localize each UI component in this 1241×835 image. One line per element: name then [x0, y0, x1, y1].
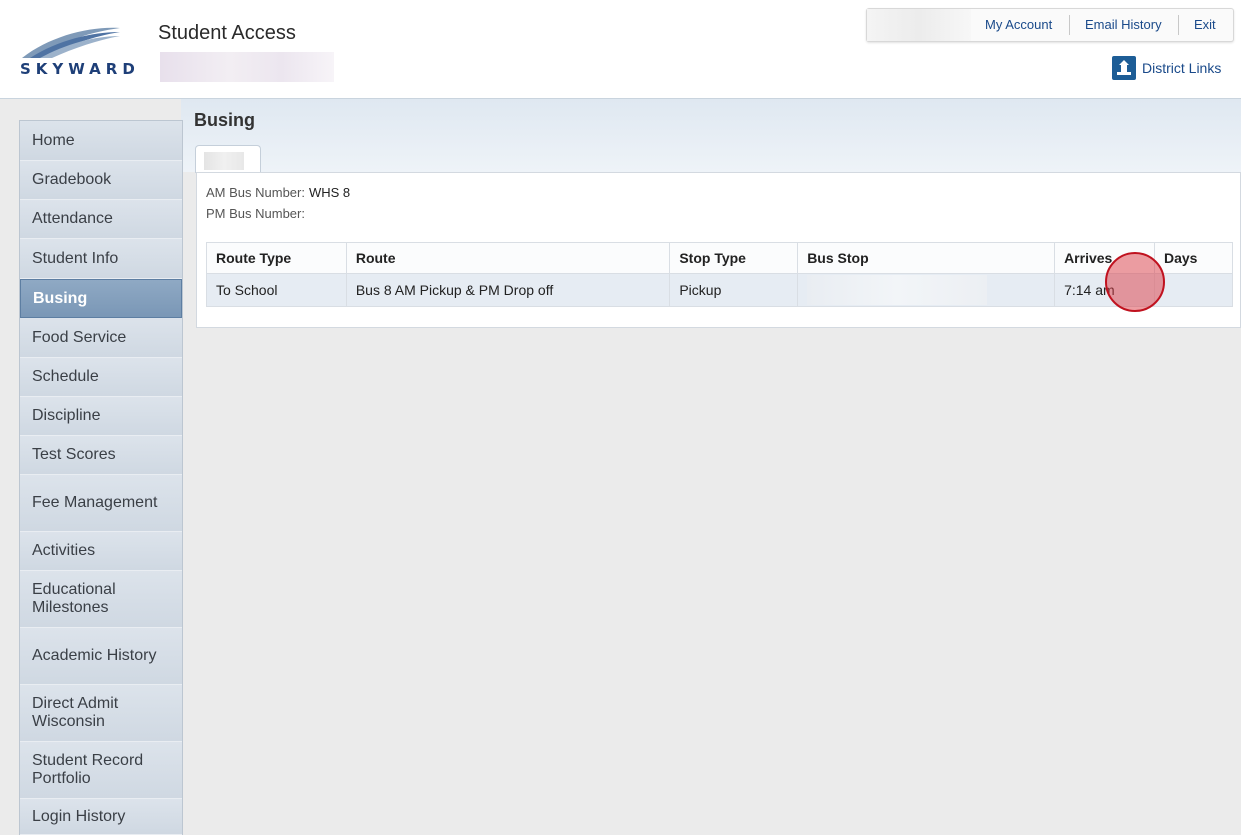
sidebar-item-academic-history[interactable]: Academic History: [20, 628, 182, 685]
sidebar-item-discipline[interactable]: Discipline: [20, 397, 182, 436]
pm-bus-row: PM Bus Number:: [206, 206, 309, 221]
click-indicator: [1105, 252, 1165, 312]
tab-label-redacted: [204, 152, 244, 170]
sidebar-item-label: Test Scores: [32, 446, 116, 463]
column-header-bus-stop[interactable]: Bus Stop: [797, 242, 1056, 274]
student-name-redacted: [160, 52, 334, 82]
am-bus-label: AM Bus Number:: [206, 185, 305, 200]
sidebar-item-label: Academic History: [32, 647, 157, 664]
sidebar-item-gradebook[interactable]: Gradebook: [20, 161, 182, 200]
sidebar-item-login-history[interactable]: Login History: [20, 799, 182, 835]
sidebar-item-direct-admit-wisconsin[interactable]: Direct Admit Wisconsin: [20, 685, 182, 742]
sidebar-item-educational-milestones[interactable]: Educational Milestones: [20, 571, 182, 628]
sidebar-item-label: Fee Management: [32, 494, 158, 511]
content-header: [181, 99, 1241, 172]
column-header-route-type[interactable]: Route Type: [206, 242, 347, 274]
sidebar-item-label: Activities: [32, 542, 96, 559]
am-bus-row: AM Bus Number: WHS 8: [206, 185, 350, 200]
top-links-bar: My Account Email History Exit: [866, 8, 1234, 42]
table-row[interactable]: To School Bus 8 AM Pickup & PM Drop off …: [206, 273, 1233, 307]
sidebar-item-label: Direct Admit Wisconsin: [32, 695, 119, 730]
email-history-link[interactable]: Email History: [1085, 17, 1162, 32]
skyward-logo: SKYWARD: [20, 26, 150, 82]
sidebar-item-home[interactable]: Home: [20, 121, 182, 161]
sidebar-item-label: Student Info: [32, 249, 119, 267]
sidebar-item-label: Gradebook: [32, 171, 112, 188]
cell-route-type: To School: [206, 273, 347, 307]
am-bus-value: WHS 8: [308, 185, 351, 200]
sidebar-nav: Home Gradebook Attendance Student Info B…: [19, 120, 183, 835]
sidebar-item-label: Student Record Portfolio: [32, 752, 144, 787]
sidebar-item-label: Educational Milestones: [32, 581, 116, 616]
sidebar-item-attendance[interactable]: Attendance: [20, 200, 182, 239]
logo-wordmark: SKYWARD: [20, 60, 140, 78]
district-links-label[interactable]: District Links: [1142, 60, 1221, 76]
sidebar-item-activities[interactable]: Activities: [20, 532, 182, 571]
table-header-row: Route Type Route Stop Type Bus Stop Arri…: [206, 242, 1233, 274]
column-header-days[interactable]: Days: [1154, 242, 1233, 274]
building-icon: [1112, 56, 1136, 80]
app-title: Student Access: [158, 22, 296, 44]
column-header-stop-type[interactable]: Stop Type: [669, 242, 799, 274]
sidebar-item-test-scores[interactable]: Test Scores: [20, 436, 182, 475]
sidebar-item-label: Home: [32, 131, 75, 149]
sidebar-item-schedule[interactable]: Schedule: [20, 358, 182, 397]
bus-stop-redacted: [807, 275, 988, 305]
cell-days: [1154, 273, 1233, 307]
exit-link[interactable]: Exit: [1194, 17, 1216, 32]
cell-bus-stop: [797, 273, 1056, 307]
sidebar-item-food-service[interactable]: Food Service: [20, 318, 182, 358]
page-title: Busing: [194, 110, 255, 130]
redacted-area: [867, 9, 971, 41]
cell-route: Bus 8 AM Pickup & PM Drop off: [345, 273, 671, 307]
link-divider: [1178, 15, 1179, 35]
sidebar-item-label: Attendance: [32, 210, 113, 227]
sidebar-item-student-info[interactable]: Student Info: [20, 239, 182, 279]
sidebar-item-label: Discipline: [32, 407, 101, 424]
pm-bus-label: PM Bus Number:: [206, 206, 305, 221]
app-header: SKYWARD Student Access My Account Email …: [0, 0, 1241, 99]
sidebar-item-label: Login History: [32, 807, 126, 825]
sidebar-item-fee-management[interactable]: Fee Management: [20, 475, 182, 532]
sidebar-item-busing[interactable]: Busing: [20, 279, 182, 318]
student-tab[interactable]: [195, 145, 261, 173]
sidebar-item-label: Busing: [33, 289, 88, 307]
my-account-link[interactable]: My Account: [985, 17, 1052, 32]
cell-stop-type: Pickup: [669, 273, 799, 307]
sidebar-item-student-record-portfolio[interactable]: Student Record Portfolio: [20, 742, 182, 799]
link-divider: [1069, 15, 1070, 35]
sidebar-item-label: Schedule: [32, 368, 99, 385]
column-header-route[interactable]: Route: [345, 242, 671, 274]
sidebar-item-label: Food Service: [32, 328, 127, 346]
logo-swoosh-icon: [22, 27, 120, 58]
bus-route-table: Route Type Route Stop Type Bus Stop Arri…: [206, 242, 1233, 307]
